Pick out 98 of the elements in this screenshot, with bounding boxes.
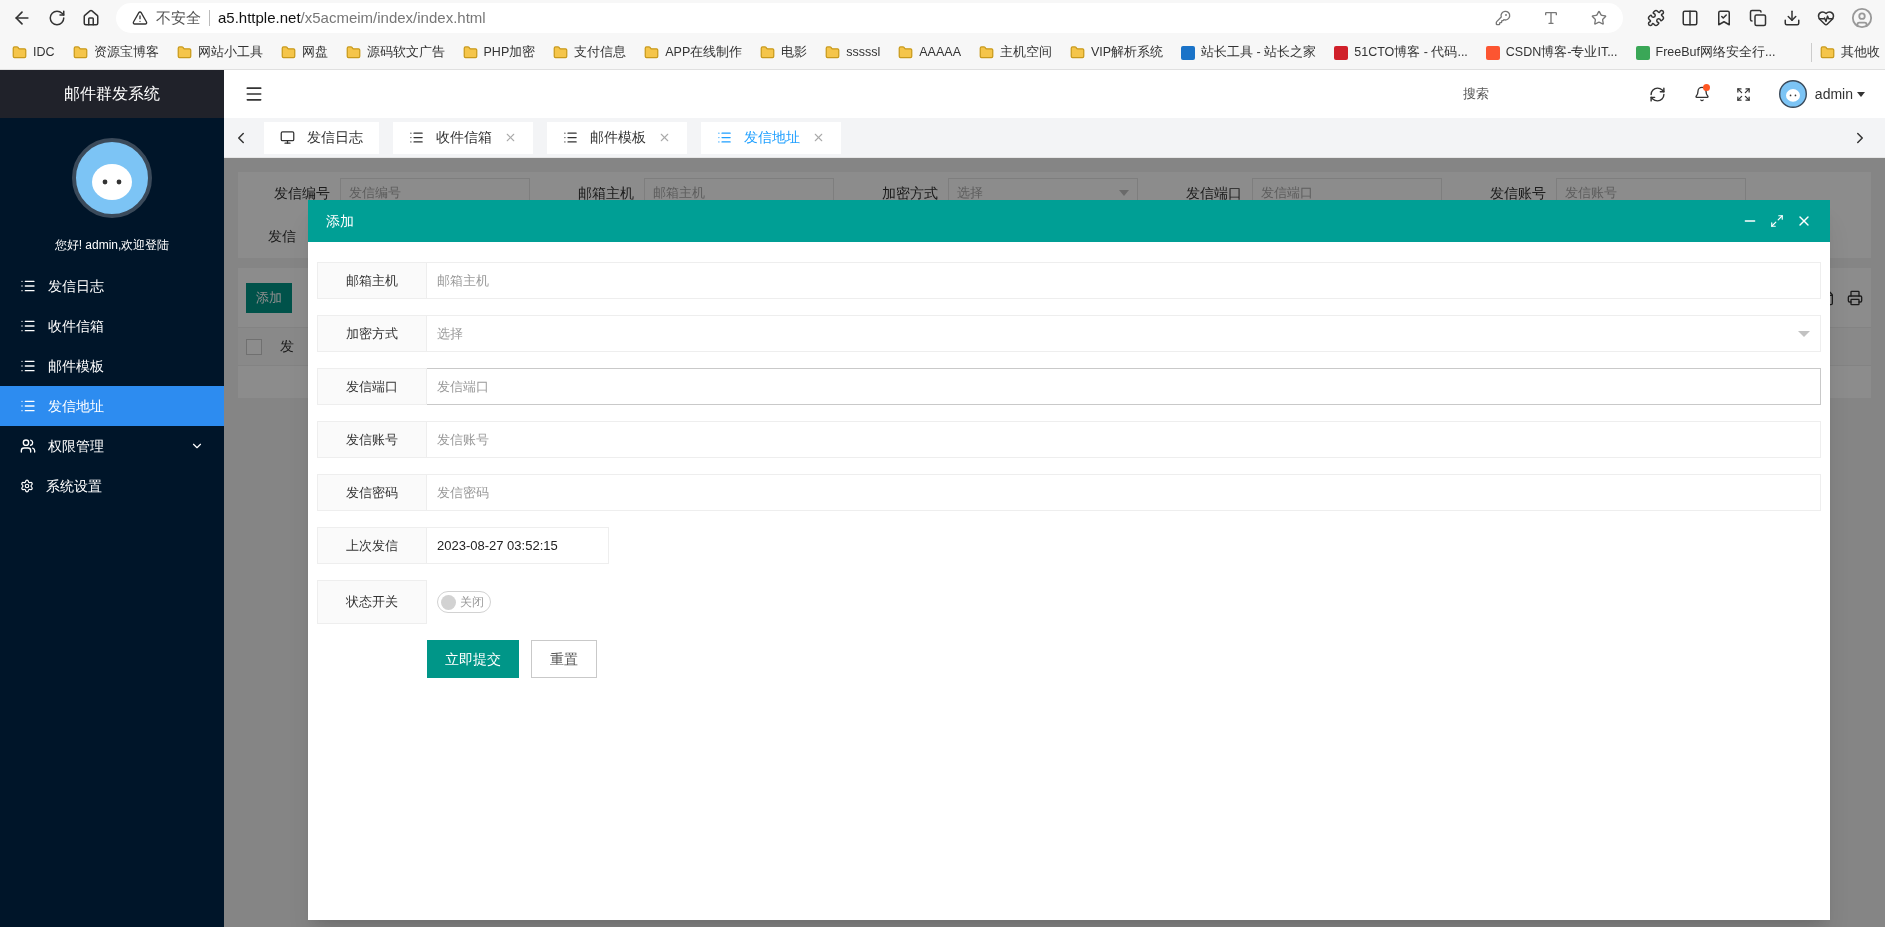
bookmark-item[interactable]: 主机空间 <box>978 43 1052 62</box>
favorite-icon[interactable] <box>1591 10 1607 26</box>
folder-icon <box>72 45 88 60</box>
folder-icon <box>345 45 361 60</box>
folder-icon <box>553 45 569 60</box>
field-label: 发信账号 <box>317 421 427 458</box>
bookmark-item[interactable]: PHP加密 <box>462 43 536 62</box>
filter-label: 发信账号 <box>1489 183 1546 203</box>
bookmark-item[interactable]: 源码软文广告 <box>345 43 445 62</box>
refresh-icon[interactable] <box>1648 85 1666 103</box>
bookmark-item[interactable]: CSDN博客-专业IT... <box>1485 43 1618 62</box>
url-host: a5.httple.net <box>218 7 301 28</box>
filter-label: 发信编号 <box>273 183 330 203</box>
bookmark-item[interactable]: AAAAA <box>898 43 961 62</box>
bookmark-item[interactable]: 网盘 <box>280 43 328 62</box>
warning-icon <box>132 10 148 26</box>
folder-icon <box>12 45 27 60</box>
sidebar-item[interactable]: 发信日志 <box>0 266 224 306</box>
folder-icon <box>462 45 478 60</box>
submit-button[interactable]: 立即提交 <box>427 640 519 678</box>
fold-menu-icon[interactable] <box>244 84 264 104</box>
filter-label: 发信端口 <box>1185 183 1242 203</box>
reset-button[interactable]: 重置 <box>531 640 597 678</box>
dialog-title: 添加 <box>326 211 355 231</box>
bookmark-item[interactable]: APP在线制作 <box>644 43 743 62</box>
folder-icon <box>176 45 192 60</box>
print-icon[interactable] <box>1847 289 1863 306</box>
folder-icon <box>280 45 296 60</box>
extensions-icon[interactable] <box>1647 9 1665 27</box>
security-label: 不安全 <box>156 7 201 28</box>
user-menu[interactable]: admin <box>1814 83 1865 105</box>
folder-icon <box>1820 45 1836 60</box>
page-tab[interactable]: 收件信箱 <box>393 121 533 154</box>
bookmark-item[interactable]: 其他收 <box>1811 43 1881 62</box>
sidebar-item[interactable]: 收件信箱 <box>0 306 224 346</box>
folder-icon <box>760 45 776 60</box>
fullscreen-icon[interactable] <box>1735 86 1751 102</box>
bookmark-item[interactable]: 资源宝博客 <box>72 43 159 62</box>
list-icon <box>20 398 36 414</box>
field-label: 发信密码 <box>317 474 427 511</box>
settings-icon <box>20 479 34 493</box>
filter-label: 加密方式 <box>881 183 938 203</box>
bookmark-item[interactable]: FreeBuf网络安全行... <box>1635 43 1776 62</box>
profile-icon[interactable] <box>1851 7 1873 29</box>
avatar-icon <box>1778 80 1807 108</box>
field-label: 上次发信 <box>317 527 427 564</box>
bookmark-item[interactable]: 支付信息 <box>553 43 627 62</box>
bookmark-item[interactable]: sssssl <box>825 43 881 62</box>
column-header: 发 <box>280 337 294 356</box>
folder-icon <box>978 45 994 60</box>
sidebar-item[interactable]: 邮件模板 <box>0 346 224 386</box>
page-tab[interactable]: 邮件模板 <box>547 121 687 154</box>
url-path: /x5acmeim/index/index.html <box>300 7 486 28</box>
folder-icon <box>1069 45 1085 60</box>
sidebar-item[interactable]: 系统设置 <box>0 466 224 506</box>
list-icon <box>20 358 36 374</box>
bookmark-item[interactable]: 网站小工具 <box>176 43 263 62</box>
select-all-checkbox[interactable] <box>246 338 262 355</box>
bookmark-item[interactable]: IDC <box>12 43 55 62</box>
notification-icon[interactable] <box>1693 86 1710 102</box>
health-icon[interactable] <box>1817 9 1835 27</box>
download-icon[interactable] <box>1783 9 1801 27</box>
field-label: 邮箱主机 <box>317 262 427 299</box>
field-label: 状态开关 <box>317 580 427 624</box>
monitor-icon <box>280 130 295 145</box>
field-label: 加密方式 <box>317 315 427 352</box>
date-field[interactable]: 2023-08-27 03:52:15 <box>427 527 609 564</box>
folder-icon <box>825 45 841 60</box>
page-tab[interactable]: 发信日志 <box>264 121 379 154</box>
read-aloud-icon[interactable] <box>1543 10 1559 26</box>
greeting-text: 您好! admin,欢迎登陆 <box>53 237 171 254</box>
bookmark-item[interactable]: 51CTO博客 - 代码... <box>1334 43 1468 62</box>
bookmark-item[interactable]: VIP解析系统 <box>1069 43 1164 62</box>
list-icon <box>409 130 424 145</box>
list-icon <box>20 318 36 334</box>
folder-icon <box>644 45 660 60</box>
field-label: 发信端口 <box>317 368 427 405</box>
list-icon <box>20 278 36 294</box>
key-icon[interactable] <box>1495 10 1511 26</box>
bookmark-item[interactable]: 电影 <box>760 43 808 62</box>
address-bar[interactable]: 不安全 a5.httple.net/x5acmeim/index/index.html <box>116 3 1623 33</box>
filter-label: 邮箱主机 <box>577 183 634 203</box>
reload-icon[interactable] <box>48 9 66 27</box>
sidebar-item[interactable]: 权限管理 <box>0 426 224 466</box>
filter-label: 发信 <box>268 227 297 246</box>
maximize-icon[interactable] <box>1770 214 1784 228</box>
users-icon <box>20 438 36 454</box>
home-icon[interactable] <box>82 9 100 27</box>
list-icon <box>563 130 578 145</box>
folder-icon <box>898 45 914 60</box>
favorites-icon[interactable] <box>1715 9 1733 27</box>
search-link[interactable]: 搜索 <box>1462 84 1489 104</box>
avatar-icon <box>72 138 152 218</box>
sidebar-title: 邮件群发系统 <box>0 70 224 118</box>
split-screen-icon[interactable] <box>1681 9 1699 27</box>
list-icon <box>717 130 732 145</box>
bookmark-item[interactable]: 站长工具 - 站长之家 <box>1181 43 1317 62</box>
collections-icon[interactable] <box>1749 9 1767 27</box>
